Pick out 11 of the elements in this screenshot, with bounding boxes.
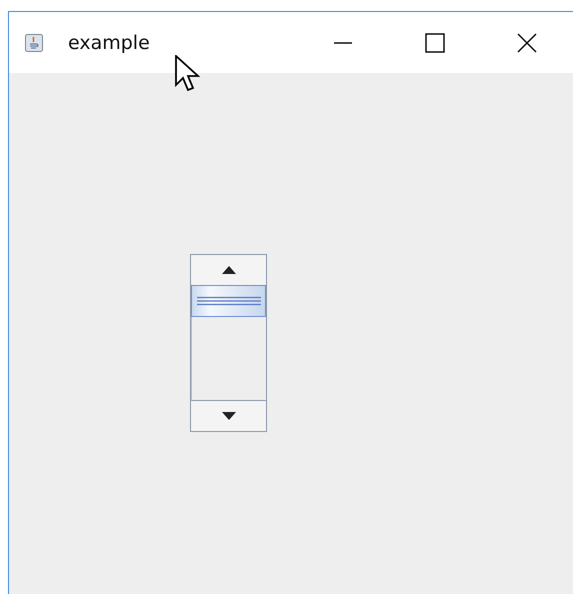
minimize-icon xyxy=(333,42,353,44)
down-arrow-icon xyxy=(222,412,236,420)
scroll-up-button[interactable] xyxy=(191,255,266,285)
scroll-down-button[interactable] xyxy=(191,401,266,431)
app-icon xyxy=(25,34,43,52)
window-title: example xyxy=(68,32,150,54)
maximize-icon xyxy=(425,32,445,52)
scroll-thumb[interactable] xyxy=(191,285,266,317)
close-icon xyxy=(517,32,537,52)
scroll-bar[interactable] xyxy=(190,254,267,432)
up-arrow-icon xyxy=(222,266,236,274)
